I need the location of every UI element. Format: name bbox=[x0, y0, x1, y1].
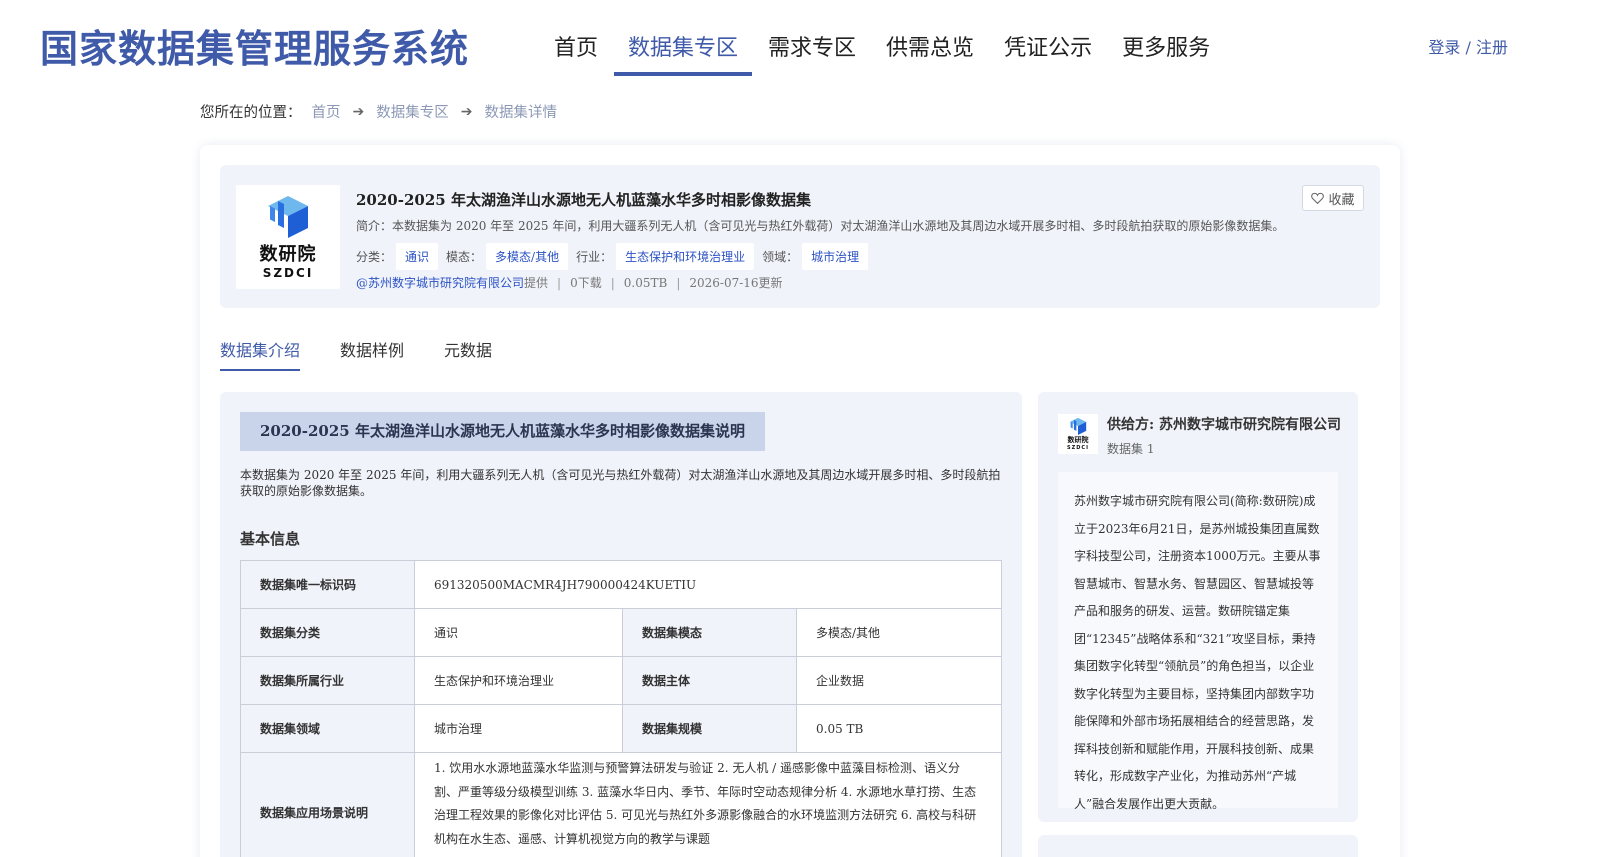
main-nav: 首页 数据集专区 需求专区 供需总览 凭证公示 更多服务 bbox=[540, 24, 1226, 76]
table-value: 企业数据 bbox=[796, 656, 1002, 705]
table-row: 数据集所属行业 生态保护和环境治理业 数据主体 企业数据 bbox=[240, 656, 1002, 705]
site-header: 国家数据集管理服务系统 首页 数据集专区 需求专区 供需总览 凭证公示 更多服务… bbox=[0, 0, 1600, 90]
tag-label-domain: 领域： bbox=[762, 250, 799, 264]
table-key: 数据集应用场景说明 bbox=[240, 752, 415, 857]
heart-icon bbox=[1311, 192, 1325, 204]
org-logo: 数研院 SZDCI bbox=[236, 185, 340, 289]
table-key: 数据集规模 bbox=[622, 704, 797, 753]
favorite-button[interactable]: 收藏 bbox=[1302, 185, 1364, 211]
provider-org-link[interactable]: @苏州数字城市研究院有限公司 bbox=[356, 276, 524, 290]
tag-domain[interactable]: 城市治理 bbox=[802, 243, 869, 270]
table-value: 0.05 TB bbox=[796, 704, 1002, 753]
tab-metadata[interactable]: 元数据 bbox=[444, 337, 492, 371]
tag-category[interactable]: 通识 bbox=[396, 243, 439, 270]
cube-logo-icon bbox=[268, 196, 308, 238]
tag-industry[interactable]: 生态保护和环境治理业 bbox=[616, 243, 755, 270]
provider-logo: 数研院 SZDCI bbox=[1058, 414, 1098, 454]
dataset-tags: 分类： 通识 模态： 多模态/其他 行业： 生态保护和环境治理业 领域： 城市治… bbox=[356, 243, 876, 270]
dataset-brief: 简介：本数据集为 2020 年至 2025 年间，利用大疆系列无人机（含可见光与… bbox=[356, 219, 1285, 233]
dataset-meta: @苏州数字城市研究院有限公司提供 | 0下载 | 0.05TB | 2026-07-16更新 bbox=[356, 276, 783, 290]
related-card bbox=[1038, 835, 1358, 857]
arrow-right-icon: ➔ bbox=[352, 103, 365, 120]
tag-label-category: 分类： bbox=[356, 250, 393, 264]
breadcrumb-dataset-zone[interactable]: 数据集专区 bbox=[376, 101, 449, 122]
description-text: 本数据集为 2020 年至 2025 年间，利用大疆系列无人机（含可见光与热红外… bbox=[240, 468, 1001, 498]
tag-label-industry: 行业： bbox=[576, 250, 613, 264]
tag-label-modality: 模态： bbox=[446, 250, 483, 264]
logo-text: 数研院 bbox=[1067, 436, 1089, 444]
provider-name[interactable]: 供给方: 苏州数字城市研究院有限公司 bbox=[1107, 414, 1341, 434]
nav-home[interactable]: 首页 bbox=[540, 24, 612, 76]
table-value: 多模态/其他 bbox=[796, 608, 1002, 657]
table-row: 数据集唯一标识码 691320500MACMR4JH790000424KUETI… bbox=[240, 560, 1002, 609]
login-register-link[interactable]: 登录 / 注册 bbox=[1428, 34, 1508, 58]
logo-text-en: SZDCI bbox=[1067, 445, 1089, 451]
logo-text-en: SZDCI bbox=[262, 266, 314, 280]
nav-certificate[interactable]: 凭证公示 bbox=[990, 24, 1106, 76]
nav-supply-overview[interactable]: 供需总览 bbox=[872, 24, 988, 76]
site-title[interactable]: 国家数据集管理服务系统 bbox=[40, 18, 469, 73]
table-key: 数据集模态 bbox=[622, 608, 797, 657]
favorite-label: 收藏 bbox=[1328, 192, 1355, 208]
download-count: 0下载 bbox=[570, 276, 602, 290]
dataset-intro-panel: 2020-2025 年太湖渔洋山水源地无人机蓝藻水华多时相影像数据集说明 本数据… bbox=[220, 392, 1022, 857]
breadcrumb-label: 您所在的位置： bbox=[200, 105, 302, 121]
dataset-detail-card: 数研院 SZDCI 2020-2025 年太湖渔洋山水源地无人机蓝藻水华多时相影… bbox=[200, 145, 1400, 857]
provided-label: 提供 bbox=[524, 276, 549, 290]
table-key: 数据集领域 bbox=[240, 704, 415, 753]
nav-dataset-zone[interactable]: 数据集专区 bbox=[614, 24, 753, 76]
table-key: 数据主体 bbox=[622, 656, 797, 705]
breadcrumb-home[interactable]: 首页 bbox=[312, 101, 341, 122]
description-title: 2020-2025 年太湖渔洋山水源地无人机蓝藻水华多时相影像数据集说明 bbox=[240, 412, 765, 451]
table-value: 生态保护和环境治理业 bbox=[414, 656, 623, 705]
nav-more-services[interactable]: 更多服务 bbox=[1108, 24, 1224, 76]
table-value: 通识 bbox=[414, 608, 623, 657]
table-row: 数据集应用场景说明 1. 饮用水水源地蓝藻水华监测与预警算法研发与验证 2. 无… bbox=[240, 752, 1002, 857]
table-key: 数据集所属行业 bbox=[240, 656, 415, 705]
provider-intro: 苏州数字城市研究院有限公司(简称:数研院)成立于2023年6月21日，是苏州城投… bbox=[1058, 472, 1338, 811]
dataset-size: 0.05TB bbox=[623, 276, 668, 290]
tab-data-sample[interactable]: 数据样例 bbox=[340, 337, 404, 371]
detail-tabs: 数据集介绍 数据样例 元数据 bbox=[220, 337, 532, 371]
table-row: 数据集领域 城市治理 数据集规模 0.05 TB bbox=[240, 704, 1002, 753]
table-value: 1. 饮用水水源地蓝藻水华监测与预警算法研发与验证 2. 无人机 / 遥感影像中… bbox=[414, 752, 1002, 857]
tab-dataset-intro[interactable]: 数据集介绍 bbox=[220, 337, 301, 371]
table-value: 691320500MACMR4JH790000424KUETIU bbox=[414, 560, 1002, 609]
cube-logo-icon bbox=[1069, 417, 1087, 435]
table-row: 数据集分类 通识 数据集模态 多模态/其他 bbox=[240, 608, 1002, 657]
basic-info-title: 基本信息 bbox=[240, 530, 301, 548]
arrow-right-icon: ➔ bbox=[460, 103, 473, 120]
tag-modality[interactable]: 多模态/其他 bbox=[486, 243, 569, 270]
dataset-summary: 数研院 SZDCI 2020-2025 年太湖渔洋山水源地无人机蓝藻水华多时相影… bbox=[220, 165, 1380, 308]
table-key: 数据集唯一标识码 bbox=[240, 560, 415, 609]
provider-dataset-count: 数据集 1 bbox=[1107, 442, 1155, 456]
provider-card: 数研院 SZDCI 供给方: 苏州数字城市研究院有限公司 数据集 1 苏州数字城… bbox=[1038, 392, 1358, 822]
table-key: 数据集分类 bbox=[240, 608, 415, 657]
breadcrumb-dataset-detail[interactable]: 数据集详情 bbox=[484, 101, 557, 122]
update-date: 2026-07-16更新 bbox=[689, 276, 783, 290]
dataset-title: 2020-2025 年太湖渔洋山水源地无人机蓝藻水华多时相影像数据集 bbox=[356, 191, 811, 209]
nav-demand-zone[interactable]: 需求专区 bbox=[754, 24, 870, 76]
breadcrumb: 您所在的位置： 首页 ➔ 数据集专区 ➔ 数据集详情 bbox=[200, 101, 557, 122]
basic-info-table: 数据集唯一标识码 691320500MACMR4JH790000424KUETI… bbox=[240, 560, 1002, 857]
table-value: 城市治理 bbox=[414, 704, 623, 753]
logo-text: 数研院 bbox=[259, 244, 317, 265]
